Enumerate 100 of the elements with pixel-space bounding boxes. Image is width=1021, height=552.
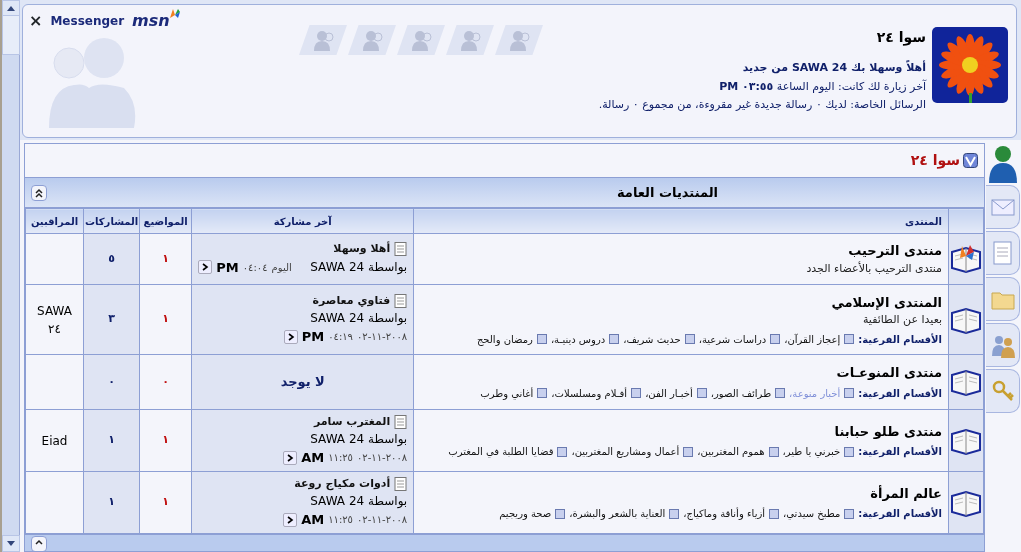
- section-title: المنتديات العامة: [616, 183, 718, 202]
- forum-link[interactable]: عالم المرأة: [420, 483, 942, 504]
- topic-count: ١: [162, 312, 170, 326]
- post-ampm: PM: [216, 258, 239, 277]
- subforum-link[interactable]: رمضان والحج: [476, 331, 533, 347]
- chevron-right-icon: [286, 332, 295, 341]
- user-name: سوا ٢٤: [875, 28, 926, 48]
- person-icon[interactable]: [986, 143, 1020, 183]
- toolbar-button[interactable]: [495, 25, 543, 55]
- post-time: ١١:٢٥: [328, 513, 353, 528]
- post-title-link[interactable]: فتاوي معاصرة: [312, 292, 391, 309]
- subforum-link[interactable]: حديث شريف،: [623, 331, 681, 347]
- column-header: المراقبين: [25, 208, 84, 234]
- chevron-right-icon: [286, 453, 295, 462]
- post-title-link[interactable]: أدوات مكياج روعة: [294, 475, 391, 492]
- side-tab[interactable]: [986, 231, 1020, 275]
- butterfly-icon: [169, 9, 180, 18]
- last-visit-text: آخر زيارة لك كانت: اليوم الساعة ٠٣:٥٥ PM: [718, 78, 926, 95]
- forum-title[interactable]: سوا ٢٤: [910, 150, 960, 171]
- msn-logo: msn: [132, 9, 180, 33]
- document-icon: [394, 293, 408, 308]
- post-date: ٢٠٠٨-١١-٠٢: [357, 330, 408, 345]
- go-to-post-button[interactable]: [283, 329, 298, 344]
- forum-description: منتدى الترحيب بالأعضاء الجدد: [805, 260, 942, 277]
- column-header: المشاركات: [83, 208, 140, 234]
- subforum-link[interactable]: صحة وريجيم: [499, 506, 552, 522]
- forum-link[interactable]: منتدى المنوعـات: [420, 363, 942, 383]
- side-tab[interactable]: [986, 277, 1020, 321]
- subforums-label: الأقسام الفرعية:: [858, 332, 942, 347]
- document-icon: [394, 414, 408, 429]
- toolbar-button[interactable]: [348, 25, 396, 55]
- no-posts-text: لا يوجد: [279, 373, 326, 392]
- post-count: ١: [108, 495, 115, 509]
- post-ampm: AM: [301, 511, 325, 529]
- column-header: المنتدى: [413, 208, 949, 234]
- person-icon: [361, 29, 383, 51]
- post-count: ٠: [108, 374, 115, 388]
- subforum-link[interactable]: أغاني وطرب: [480, 385, 534, 401]
- subforum-link[interactable]: إعجاز القرآن،: [784, 331, 841, 347]
- toolbar-button[interactable]: [397, 25, 445, 55]
- collapse-button[interactable]: [31, 536, 47, 551]
- app-title: Messenger: [50, 13, 125, 30]
- subforum-link[interactable]: خبرني يا طير،: [782, 444, 841, 460]
- document-icon: [394, 476, 408, 491]
- person-icon: [459, 29, 481, 51]
- post-author: بواسطة SAWA 24: [310, 259, 408, 277]
- subforum-link[interactable]: قضايا الطلبة في المغترب: [448, 444, 554, 460]
- subforum-link[interactable]: دروس دينيـة،: [550, 331, 606, 347]
- subforums-label: الأقسام الفرعية:: [858, 386, 942, 401]
- topic-count: ١: [162, 495, 170, 509]
- topic-count: ٠: [162, 374, 170, 388]
- toolbar-button[interactable]: [446, 25, 494, 55]
- scroll-thumb[interactable]: [2, 15, 20, 55]
- close-button[interactable]: ×: [29, 9, 43, 33]
- subforum-link[interactable]: طرائف الصور،: [710, 385, 772, 401]
- collapse-button[interactable]: [31, 184, 47, 201]
- post-ampm: PM: [301, 328, 325, 346]
- forum-link[interactable]: المنتدى الإسلامي: [420, 292, 942, 312]
- subforum-link[interactable]: العناية بالشعر والبشرة،: [569, 506, 666, 522]
- chevron-up-icon: [34, 187, 44, 198]
- post-time: ١١:٢٥: [328, 451, 353, 466]
- go-to-post-button[interactable]: [198, 260, 213, 275]
- subforum-link[interactable]: مطبخ سيدتي،: [783, 506, 841, 522]
- subforums-label: الأقسام الفرعية:: [858, 444, 942, 460]
- subforums-label: الأقسام الفرعية:: [858, 506, 942, 522]
- go-to-post-button[interactable]: [283, 450, 298, 465]
- subforum-link[interactable]: أعمال ومشاريع المغتربين،: [571, 444, 680, 460]
- subforum-link[interactable]: أخبـار الفن،: [645, 385, 693, 401]
- go-to-post-button[interactable]: [283, 512, 298, 527]
- post-author: بواسطة SAWA 24: [309, 493, 408, 510]
- post-author: بواسطة SAWA 24: [309, 310, 408, 327]
- post-date: اليوم: [271, 260, 292, 275]
- side-tab[interactable]: [986, 369, 1020, 413]
- subforum-link[interactable]: أزياء وأناقة وماكياج،: [683, 506, 766, 522]
- column-header: آخر مشاركة: [191, 208, 414, 234]
- forum-link[interactable]: منتدى طلو حبابنا: [420, 421, 942, 442]
- private-messages-text: الرسائل الخاصة: لديك ٠ رسالة جديدة غير مقروءة، من مجموع ٠ رسالة.: [598, 97, 926, 113]
- column-header: المواضيع: [139, 208, 192, 234]
- scroll-down-button[interactable]: [2, 535, 20, 552]
- person-icon: [410, 29, 432, 51]
- post-date: ٢٠٠٨-١١-٠٢: [357, 451, 408, 466]
- topic-count: ١: [162, 433, 170, 447]
- subforum-link[interactable]: دراسات شرعية،: [698, 331, 767, 347]
- moderator-name: SAWA ٢٤: [37, 302, 72, 338]
- toolbar-button[interactable]: [299, 25, 347, 55]
- person-icon: [508, 29, 530, 51]
- chevron-right-icon: [201, 263, 210, 272]
- checkmark-icon: [963, 153, 978, 168]
- post-time: ٠٤:١٩: [328, 330, 353, 345]
- subforum-link[interactable]: أفـلام ومسلسلات،: [551, 385, 628, 401]
- post-ampm: AM: [301, 449, 325, 467]
- side-tab[interactable]: [986, 323, 1020, 367]
- moderator-name: Eiad: [41, 432, 68, 450]
- subforum-link[interactable]: هموم المغتربين،: [697, 444, 765, 460]
- post-title-link[interactable]: المغترب سامر: [313, 413, 391, 430]
- post-author: بواسطة SAWA 24: [309, 431, 408, 448]
- post-title-link[interactable]: أهلا وسهلا: [333, 241, 391, 258]
- document-icon: [394, 242, 408, 257]
- forum-link[interactable]: منتدى الترحيب: [420, 241, 942, 261]
- triangle-down-icon: [7, 541, 15, 546]
